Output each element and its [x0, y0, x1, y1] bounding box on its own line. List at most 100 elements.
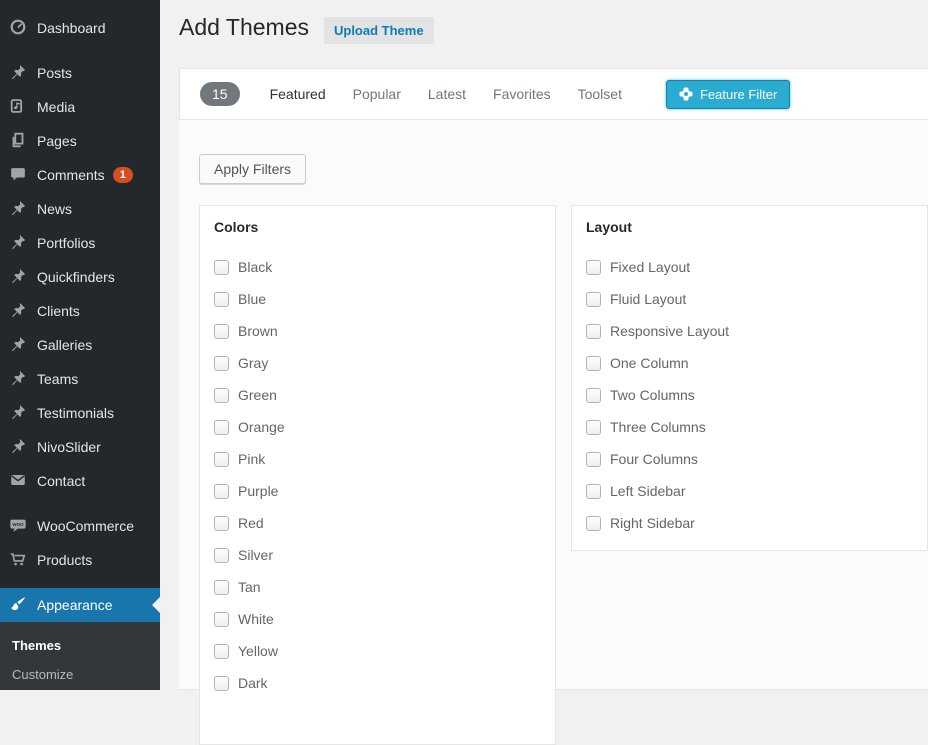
- sidebar-item-portfolios[interactable]: Portfolios: [0, 226, 160, 260]
- checkbox[interactable]: [586, 420, 601, 435]
- checkbox[interactable]: [214, 420, 229, 435]
- feature-filter-button[interactable]: Feature Filter: [666, 80, 790, 109]
- filter-link-latest[interactable]: Latest: [428, 86, 466, 102]
- checkbox[interactable]: [214, 452, 229, 467]
- sidebar-item-products[interactable]: Products: [0, 543, 160, 577]
- menu-separator: [0, 45, 160, 56]
- sidebar-item-contact[interactable]: Contact: [0, 464, 160, 498]
- comments-count-badge: 1: [113, 167, 133, 183]
- sidebar-item-comments[interactable]: Comments 1: [0, 158, 160, 192]
- checkbox[interactable]: [214, 388, 229, 403]
- pin-icon: [8, 369, 28, 389]
- filter-links: Featured Popular Latest Favorites Toolse…: [270, 86, 649, 102]
- sidebar-item-label: Galleries: [37, 337, 92, 353]
- sidebar-item-testimonials[interactable]: Testimonials: [0, 396, 160, 430]
- pin-icon: [8, 63, 28, 83]
- filter-group-title: Colors: [214, 219, 541, 235]
- checkbox[interactable]: [214, 548, 229, 563]
- filter-option-purple: Purple: [214, 475, 541, 507]
- sidebar-item-nivoslider[interactable]: NivoSlider: [0, 430, 160, 464]
- sidebar-item-pages[interactable]: Pages: [0, 124, 160, 158]
- sidebar-item-woocommerce[interactable]: WOO WooCommerce: [0, 509, 160, 543]
- checkbox[interactable]: [214, 484, 229, 499]
- filter-option-red: Red: [214, 507, 541, 539]
- pin-icon: [8, 335, 28, 355]
- pin-icon: [8, 301, 28, 321]
- filter-option-yellow: Yellow: [214, 635, 541, 667]
- pin-icon: [8, 403, 28, 423]
- sidebar-item-quickfinders[interactable]: Quickfinders: [0, 260, 160, 294]
- sidebar-item-media[interactable]: Media: [0, 90, 160, 124]
- sidebar-item-label: Pages: [37, 133, 77, 149]
- checkbox[interactable]: [586, 260, 601, 275]
- sidebar-item-galleries[interactable]: Galleries: [0, 328, 160, 362]
- sidebar-item-news[interactable]: News: [0, 192, 160, 226]
- filter-option-responsive-layout: Responsive Layout: [586, 315, 913, 347]
- filter-link-toolset[interactable]: Toolset: [578, 86, 622, 102]
- checkbox[interactable]: [214, 260, 229, 275]
- sidebar-item-label: Quickfinders: [37, 269, 115, 285]
- filter-link-favorites[interactable]: Favorites: [493, 86, 551, 102]
- filter-option-silver: Silver: [214, 539, 541, 571]
- sidebar-item-label: Clients: [37, 303, 80, 319]
- filter-option-fixed-layout: Fixed Layout: [586, 251, 913, 283]
- checkbox[interactable]: [214, 580, 229, 595]
- filter-option-orange: Orange: [214, 411, 541, 443]
- checkbox[interactable]: [586, 292, 601, 307]
- brush-icon: [8, 595, 28, 615]
- menu-separator: [0, 498, 160, 509]
- appearance-submenu: Themes Customize: [0, 622, 160, 690]
- media-icon: [8, 97, 28, 117]
- checkbox[interactable]: [214, 356, 229, 371]
- checkbox[interactable]: [214, 324, 229, 339]
- checkbox[interactable]: [214, 612, 229, 627]
- checkbox[interactable]: [214, 676, 229, 691]
- checkbox[interactable]: [214, 516, 229, 531]
- sidebar-item-posts[interactable]: Posts: [0, 56, 160, 90]
- filter-group-colors: Colors Black Blue Brown Gray: [199, 205, 556, 745]
- feature-filter-drawer: Apply Filters Colors Black Blue Brown: [179, 120, 928, 690]
- filter-option-three-columns: Three Columns: [586, 411, 913, 443]
- checkbox[interactable]: [586, 356, 601, 371]
- checkbox[interactable]: [586, 516, 601, 531]
- checkbox[interactable]: [586, 324, 601, 339]
- checkbox[interactable]: [586, 388, 601, 403]
- main-content: Add Themes Upload Theme 15 Featured Popu…: [160, 0, 928, 690]
- filter-option-one-column: One Column: [586, 347, 913, 379]
- pin-icon: [8, 267, 28, 287]
- woocommerce-icon: WOO: [8, 516, 28, 536]
- filter-option-black: Black: [214, 251, 541, 283]
- filter-option-gray: Gray: [214, 347, 541, 379]
- filter-option-two-columns: Two Columns: [586, 379, 913, 411]
- sidebar-item-teams[interactable]: Teams: [0, 362, 160, 396]
- sidebar-item-label: Comments: [37, 167, 105, 183]
- submenu-item-customize[interactable]: Customize: [0, 660, 160, 689]
- filter-link-featured[interactable]: Featured: [270, 86, 326, 102]
- page-header: Add Themes Upload Theme: [160, 0, 928, 68]
- sidebar-item-label: Teams: [37, 371, 78, 387]
- checkbox[interactable]: [586, 452, 601, 467]
- sidebar-item-clients[interactable]: Clients: [0, 294, 160, 328]
- checkbox[interactable]: [586, 484, 601, 499]
- pages-icon: [8, 131, 28, 151]
- sidebar-item-label: News: [37, 201, 72, 217]
- filter-group-title: Layout: [586, 219, 913, 235]
- upload-theme-button[interactable]: Upload Theme: [324, 17, 434, 44]
- sidebar-item-dashboard[interactable]: Dashboard: [0, 11, 160, 45]
- checkbox[interactable]: [214, 644, 229, 659]
- svg-text:WOO: WOO: [12, 522, 24, 527]
- submenu-item-themes[interactable]: Themes: [0, 631, 160, 660]
- filter-option-right-sidebar: Right Sidebar: [586, 507, 913, 539]
- filter-option-white: White: [214, 603, 541, 635]
- filter-group-layout: Layout Fixed Layout Fluid Layout Respons…: [571, 205, 928, 551]
- pin-icon: [8, 199, 28, 219]
- filter-link-popular[interactable]: Popular: [353, 86, 401, 102]
- filter-option-green: Green: [214, 379, 541, 411]
- sidebar-item-appearance[interactable]: Appearance: [0, 588, 160, 622]
- gear-icon: [679, 87, 693, 101]
- comments-icon: [8, 165, 28, 185]
- checkbox[interactable]: [214, 292, 229, 307]
- apply-filters-button[interactable]: Apply Filters: [199, 154, 306, 184]
- filter-option-pink: Pink: [214, 443, 541, 475]
- sidebar-item-label: Appearance: [37, 597, 113, 613]
